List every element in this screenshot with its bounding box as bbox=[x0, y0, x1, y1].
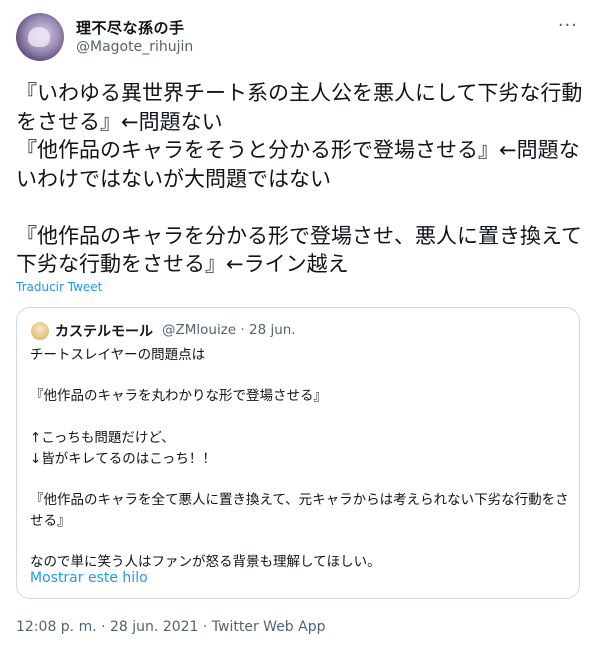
quoted-author-meta: @ZMlouize · 28 jun. bbox=[162, 322, 296, 338]
tweet-header: 理不尽な孫の手 @Magote_rihujin ··· bbox=[16, 13, 582, 63]
translate-tweet-link[interactable]: Traducir Tweet bbox=[16, 280, 102, 294]
quoted-tweet-text: チートスレイヤーの問題点は 『他作品のキャラを丸わかりな形で登場させる』 ↑こっ… bbox=[30, 347, 569, 571]
tweet-text: 『いわゆる異世界チート系の主人公を悪人にして下劣な行動をさせる』←問題ない 『他… bbox=[16, 81, 583, 276]
quoted-author-avatar bbox=[31, 322, 49, 340]
author-avatar[interactable] bbox=[16, 13, 64, 61]
show-thread-link[interactable]: Mostrar este hilo bbox=[30, 570, 148, 586]
quoted-tweet[interactable]: カステルモール @ZMlouize · 28 jun. チートスレイヤーの問題点… bbox=[16, 307, 580, 599]
tweet-timestamp[interactable]: 12:08 p. m. · 28 jun. 2021 · Twitter Web… bbox=[16, 619, 326, 635]
more-options-icon[interactable]: ··· bbox=[558, 15, 578, 36]
quoted-author-name: カステルモール bbox=[55, 324, 153, 340]
author-handle[interactable]: @Magote_rihujin bbox=[76, 39, 193, 55]
author-name[interactable]: 理不尽な孫の手 bbox=[76, 17, 185, 38]
